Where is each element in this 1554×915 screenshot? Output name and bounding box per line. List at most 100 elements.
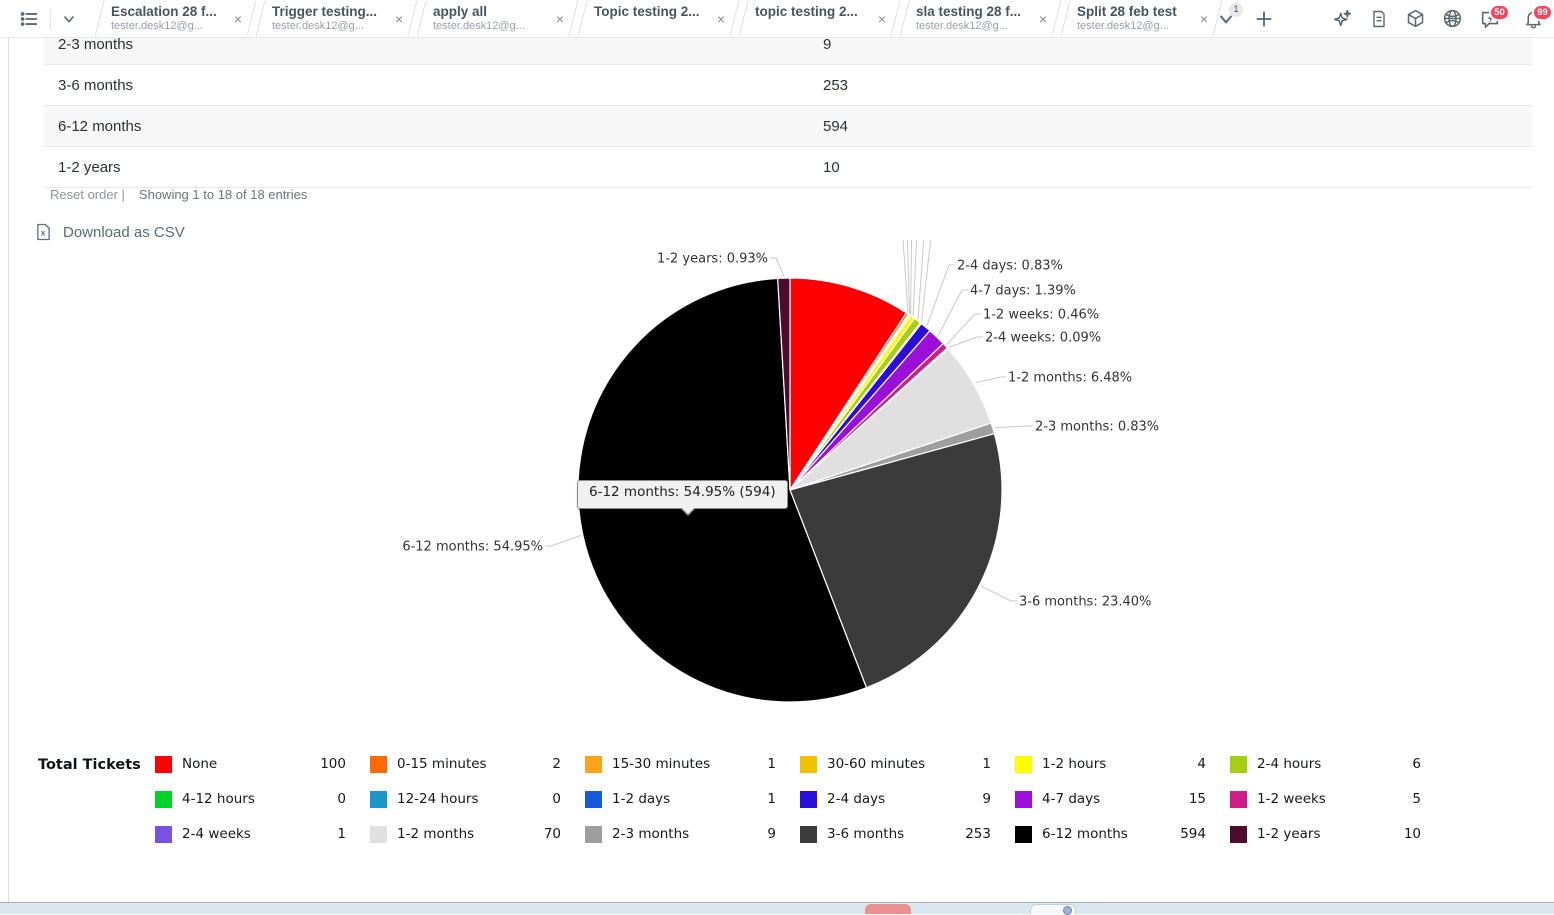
legend-value: 594 (1166, 826, 1206, 842)
pie-slice-label: 2-4 days: 0.83% (957, 259, 1063, 274)
tab-subtitle: tester.desk12@g... (111, 20, 223, 33)
legend-label: 0-15 minutes (397, 756, 521, 772)
callout-line (895, 240, 908, 313)
callout-line (981, 586, 1017, 601)
legend-swatch (370, 826, 387, 843)
legend-label: 2-4 days (827, 791, 951, 807)
tab-title: Escalation 28 f... (111, 3, 223, 20)
legend-label: 1-2 years (1257, 826, 1381, 842)
callout-line (911, 240, 913, 314)
tab-title: apply all (433, 3, 545, 20)
legend-label: 2-3 months (612, 826, 736, 842)
chat-icon[interactable]: 50 (1479, 8, 1501, 30)
tab[interactable]: Topic testing 2...× (578, 0, 739, 37)
legend-label: 2-4 weeks (182, 826, 306, 842)
legend-item: 15-30 minutes1 (585, 753, 800, 775)
legend-value: 0 (306, 791, 346, 807)
legend-label: 4-7 days (1042, 791, 1166, 807)
chevron-down-icon[interactable] (61, 11, 77, 27)
tab-overflow-button[interactable]: 1 (1216, 9, 1236, 29)
legend-item: 12-24 hours0 (370, 788, 585, 810)
legend-swatch (585, 756, 602, 773)
tab[interactable]: Split 28 feb testtester.desk12@g...× (1061, 0, 1222, 37)
tab-close-icon[interactable]: × (1200, 12, 1208, 26)
table-row[interactable]: 3-6 months253 (44, 65, 1532, 106)
divider (50, 9, 51, 29)
apps-cube-icon[interactable] (1405, 8, 1426, 29)
legend-swatch (585, 791, 602, 808)
legend-value: 1 (736, 791, 776, 807)
add-tab-button[interactable] (1254, 9, 1274, 29)
tab[interactable]: Escalation 28 f...tester.desk12@g... × (95, 0, 256, 37)
tab-bar: Escalation 28 f...tester.desk12@g...×Tri… (0, 0, 1554, 38)
legend-value: 1 (736, 756, 776, 772)
legend-item: 30-60 minutes1 (800, 753, 1015, 775)
legend-item: 1-2 hours4 (1015, 753, 1230, 775)
background-pill-icon (1063, 906, 1072, 915)
legend-item: None100 (155, 753, 370, 775)
tab-close-icon[interactable]: × (717, 12, 725, 26)
legend-label: 3-6 months (827, 826, 951, 842)
callout-line (947, 314, 981, 344)
table-row[interactable]: 1-2 years10 (44, 147, 1532, 188)
pie-slice-label: 1-2 years: 0.93% (657, 252, 768, 267)
globe-icon[interactable] (1442, 8, 1463, 29)
row-value: 9 (823, 36, 1532, 53)
legend-swatch (1230, 826, 1247, 843)
legend-label: 12-24 hours (397, 791, 521, 807)
pie-slice-label: 6-12 months: 54.95% (402, 540, 543, 555)
tab-close-icon[interactable]: × (556, 12, 564, 26)
legend-item: 2-3 months9 (585, 823, 800, 845)
ticket-list-icon[interactable] (18, 8, 40, 30)
tab[interactable]: apply alltester.desk12@g... × (417, 0, 578, 37)
legend-label: 4-12 hours (182, 791, 306, 807)
tab-strip: Escalation 28 f...tester.desk12@g...×Tri… (95, 0, 1222, 37)
sparkles-icon[interactable] (1332, 8, 1353, 29)
legend-swatch (1015, 791, 1032, 808)
legend-swatch (155, 826, 172, 843)
table-row[interactable]: 6-12 months594 (44, 106, 1532, 147)
callout-line (770, 258, 784, 276)
legend-label: None (182, 756, 306, 772)
legend-swatch (800, 826, 817, 843)
legend-swatch (155, 791, 172, 808)
legend-swatch (155, 756, 172, 773)
legend-item: 1-2 months70 (370, 823, 585, 845)
legend-item: 1-2 days1 (585, 788, 800, 810)
legend-item: 4-7 days15 (1015, 788, 1230, 810)
download-csv-link[interactable]: x Download as CSV (36, 223, 185, 241)
row-label: 6-12 months (44, 118, 823, 135)
callout-line (938, 290, 968, 336)
legend-swatch (800, 756, 817, 773)
document-icon[interactable] (1369, 9, 1389, 29)
callout-line (975, 377, 1006, 383)
callout-line (545, 535, 581, 546)
reset-order-link[interactable]: Reset order | (50, 187, 125, 202)
tab-close-icon[interactable]: × (395, 12, 403, 26)
tab-subtitle: tester.desk12@g... (433, 20, 545, 33)
tab[interactable]: sla testing 28 f...tester.desk12@g...× (900, 0, 1061, 37)
bottom-window-strip (0, 902, 1554, 914)
legend-swatch (800, 791, 817, 808)
tab-close-icon[interactable]: × (234, 12, 242, 26)
legend-label: 6-12 months (1042, 826, 1166, 842)
pie-slice-label: 1-2 weeks: 0.46% (983, 308, 1099, 323)
legend-swatch (585, 826, 602, 843)
tab-close-icon[interactable]: × (878, 12, 886, 26)
legend-item: 0-15 minutes2 (370, 753, 585, 775)
chat-badge: 50 (1489, 4, 1510, 21)
tab[interactable]: topic testing 2...× (739, 0, 900, 37)
svg-text:x: x (41, 227, 46, 237)
bell-icon[interactable]: 99 (1523, 8, 1544, 29)
legend-value: 10 (1381, 826, 1421, 842)
tab-close-icon[interactable]: × (1039, 12, 1047, 26)
legend-value: 1 (951, 756, 991, 772)
callout-line (904, 240, 910, 314)
tab[interactable]: Trigger testing...tester.desk12@g...× (256, 0, 417, 37)
legend-swatch (370, 756, 387, 773)
legend-value: 15 (1166, 791, 1206, 807)
legend-value: 5 (1381, 791, 1421, 807)
chart-tooltip: 6-12 months: 54.95% (594) (577, 480, 788, 509)
legend-item: 3-6 months253 (800, 823, 1015, 845)
row-value: 10 (823, 159, 1532, 176)
